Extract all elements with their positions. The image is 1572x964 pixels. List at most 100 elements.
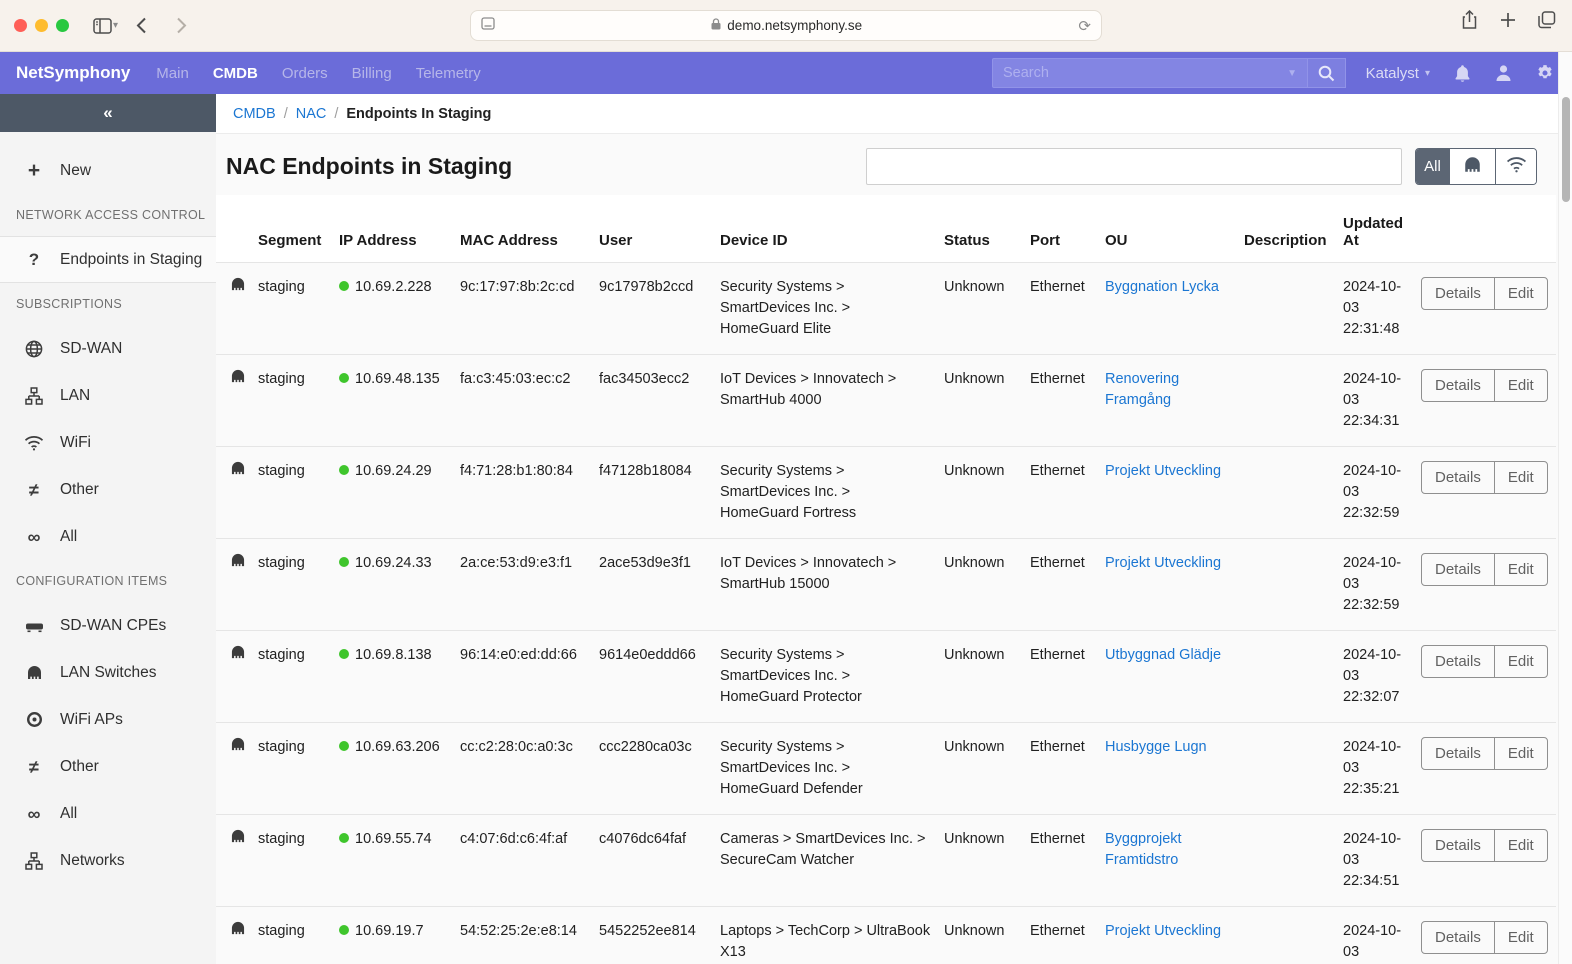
ou-link[interactable]: Husbygge Lugn bbox=[1105, 739, 1207, 755]
row-type-cell bbox=[216, 262, 258, 355]
settings-gear-icon[interactable] bbox=[1536, 64, 1554, 82]
zoom-window-button[interactable] bbox=[56, 19, 69, 32]
ou-link[interactable]: Renovering Framgång bbox=[1105, 371, 1179, 408]
search-submit-button[interactable] bbox=[1308, 58, 1346, 88]
ou-link[interactable]: Projekt Utveckling bbox=[1105, 463, 1221, 479]
user-cell: ccc2280ca03c bbox=[599, 722, 720, 815]
user-menu[interactable]: Katalyst ▾ bbox=[1366, 65, 1430, 82]
sidebar-dropdown-caret-icon[interactable]: ▾ bbox=[113, 20, 118, 31]
minimize-window-button[interactable] bbox=[35, 19, 48, 32]
col-user: User bbox=[599, 195, 720, 263]
details-button[interactable]: Details bbox=[1422, 646, 1494, 677]
sidebar-item-all-cis[interactable]: ∞ All bbox=[0, 790, 216, 837]
sidebar-collapse-button[interactable]: « bbox=[0, 94, 216, 132]
filter-ethernet-button[interactable] bbox=[1449, 149, 1495, 184]
tab-overview-icon[interactable] bbox=[1538, 11, 1556, 34]
nav-item-orders[interactable]: Orders bbox=[282, 65, 328, 82]
edit-button[interactable]: Edit bbox=[1493, 646, 1547, 677]
ou-link[interactable]: Projekt Utveckling bbox=[1105, 555, 1221, 571]
details-button[interactable]: Details bbox=[1422, 278, 1494, 309]
profile-icon[interactable] bbox=[1495, 64, 1512, 82]
edit-button[interactable]: Edit bbox=[1493, 462, 1547, 493]
sidebar-item-label: All bbox=[60, 804, 78, 822]
global-search-input[interactable]: Search ▼ bbox=[992, 58, 1308, 88]
mac-cell: cc:c2:28:0c:a0:3c bbox=[460, 722, 599, 815]
ethernet-port-icon bbox=[1463, 156, 1482, 178]
breadcrumb-link-cmdb[interactable]: CMDB bbox=[233, 106, 276, 122]
updated-at-cell: 2024-10-03 22:32:07 bbox=[1343, 630, 1421, 723]
sidebar-item-other-cis[interactable]: ≠ Other bbox=[0, 743, 216, 790]
scrollbar-thumb[interactable] bbox=[1562, 97, 1570, 202]
browser-back-button[interactable] bbox=[126, 12, 156, 40]
edit-button[interactable]: Edit bbox=[1493, 554, 1547, 585]
details-button[interactable]: Details bbox=[1422, 554, 1494, 585]
page-scrollbar[interactable] bbox=[1558, 52, 1572, 964]
notifications-bell-icon[interactable] bbox=[1454, 64, 1471, 83]
share-icon[interactable] bbox=[1461, 9, 1478, 35]
filter-wifi-button[interactable] bbox=[1495, 149, 1536, 184]
brand-logo[interactable]: NetSymphony bbox=[16, 63, 130, 83]
ou-link[interactable]: Byggprojekt Framtidstro bbox=[1105, 831, 1182, 868]
segment-cell: staging bbox=[258, 538, 339, 631]
search-scope-caret-icon[interactable]: ▼ bbox=[1287, 68, 1297, 79]
actions-cell: Details Edit bbox=[1421, 262, 1556, 355]
description-cell bbox=[1244, 446, 1343, 539]
nav-item-main[interactable]: Main bbox=[156, 65, 189, 82]
nav-item-cmdb[interactable]: CMDB bbox=[213, 65, 258, 82]
actions-cell: Details Edit bbox=[1421, 538, 1556, 631]
sidebar-item-new[interactable]: + New bbox=[0, 147, 216, 194]
description-cell bbox=[1244, 354, 1343, 447]
nav-item-billing[interactable]: Billing bbox=[352, 65, 392, 82]
ou-link[interactable]: Utbyggnad Glädje bbox=[1105, 647, 1221, 663]
sidebar-item-lan[interactable]: LAN bbox=[0, 372, 216, 419]
user-cell: 5452252ee814 bbox=[599, 906, 720, 964]
details-button[interactable]: Details bbox=[1422, 370, 1494, 401]
sidebar-item-endpoints-in-staging[interactable]: ? Endpoints in Staging bbox=[0, 236, 216, 283]
edit-button[interactable]: Edit bbox=[1493, 278, 1547, 309]
sidebar-item-wifi-aps[interactable]: WiFi APs bbox=[0, 696, 216, 743]
sidebar-item-other-subscriptions[interactable]: ≠ Other bbox=[0, 466, 216, 513]
updated-at-cell: 2024-10-03 22:32:59 bbox=[1343, 446, 1421, 539]
ip-cell: 10.69.19.7 bbox=[339, 906, 460, 964]
reader-view-icon[interactable] bbox=[481, 16, 495, 35]
edit-button[interactable]: Edit bbox=[1493, 370, 1547, 401]
ou-link[interactable]: Byggnation Lycka bbox=[1105, 279, 1219, 295]
sidebar-item-sd-wan-cpes[interactable]: SD-WAN CPEs bbox=[0, 602, 216, 649]
ou-link[interactable]: Projekt Utveckling bbox=[1105, 923, 1221, 939]
online-status-dot bbox=[339, 925, 349, 935]
address-bar[interactable]: demo.netsymphony.se ⟳ bbox=[470, 10, 1102, 41]
filter-all-button[interactable]: All bbox=[1416, 149, 1449, 184]
sidebar-item-all-subscriptions[interactable]: ∞ All bbox=[0, 513, 216, 560]
sidebar-item-sd-wan[interactable]: SD-WAN bbox=[0, 325, 216, 372]
ethernet-port-icon bbox=[230, 461, 246, 479]
browser-forward-button[interactable] bbox=[166, 12, 196, 40]
breadcrumb-link-nac[interactable]: NAC bbox=[296, 106, 327, 122]
details-button[interactable]: Details bbox=[1422, 462, 1494, 493]
ip-value: 10.69.2.228 bbox=[355, 279, 432, 295]
new-tab-icon[interactable] bbox=[1500, 12, 1516, 33]
ip-cell: 10.69.55.74 bbox=[339, 814, 460, 907]
table-row: staging 10.69.19.7 54:52:25:2e:e8:14 545… bbox=[216, 906, 1556, 964]
updated-at-cell: 2024-10-03 22:32:59 bbox=[1343, 538, 1421, 631]
sidebar-item-label: Other bbox=[60, 757, 99, 775]
reload-icon[interactable]: ⟳ bbox=[1078, 17, 1091, 35]
details-button[interactable]: Details bbox=[1422, 738, 1494, 769]
table-filter-input[interactable] bbox=[866, 148, 1402, 185]
details-button[interactable]: Details bbox=[1422, 922, 1494, 953]
sidebar-item-wifi[interactable]: WiFi bbox=[0, 419, 216, 466]
device-id-cell: IoT Devices > Innovatech > SmartHub 1500… bbox=[720, 538, 944, 631]
sidebar-section-nac: NETWORK ACCESS CONTROL bbox=[16, 208, 206, 222]
status-cell: Unknown bbox=[944, 538, 1030, 631]
actions-cell: Details Edit bbox=[1421, 906, 1556, 964]
edit-button[interactable]: Edit bbox=[1493, 922, 1547, 953]
sidebar-item-networks[interactable]: Networks bbox=[0, 837, 216, 884]
close-window-button[interactable] bbox=[14, 19, 27, 32]
details-button[interactable]: Details bbox=[1422, 830, 1494, 861]
edit-button[interactable]: Edit bbox=[1493, 738, 1547, 769]
nav-item-telemetry[interactable]: Telemetry bbox=[416, 65, 481, 82]
sidebar-item-lan-switches[interactable]: LAN Switches bbox=[0, 649, 216, 696]
col-status: Status bbox=[944, 195, 1030, 263]
segment-cell: staging bbox=[258, 354, 339, 447]
actions-cell: Details Edit bbox=[1421, 354, 1556, 447]
edit-button[interactable]: Edit bbox=[1493, 830, 1547, 861]
